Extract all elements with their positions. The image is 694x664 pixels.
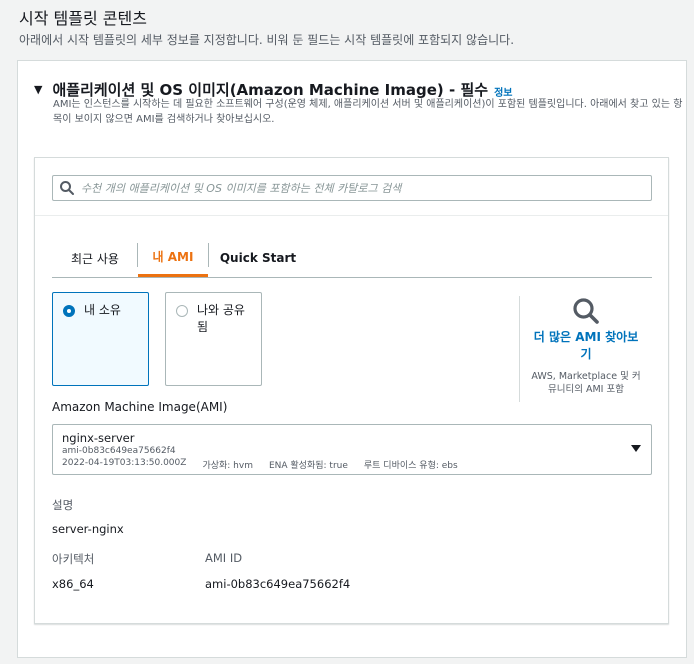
owned-by-me-tile[interactable]: 내 소유 — [52, 292, 149, 386]
shared-with-me-label: 나와 공유됨 — [197, 303, 245, 334]
shared-with-me-tile[interactable]: 나와 공유됨 — [165, 292, 262, 386]
ami-id-value: ami-0b83c649ea75662f4 — [205, 577, 351, 591]
catalog-search-box[interactable] — [52, 175, 652, 201]
ami-root-device: 루트 디바이스 유형: ebs — [363, 461, 458, 471]
catalog-search-input[interactable] — [79, 177, 645, 199]
ami-creation-date: 2022-04-19T03:13:50.000Z — [62, 458, 187, 468]
caret-down-icon[interactable] — [631, 445, 641, 452]
page-subtitle: 아래에서 시작 템플릿의 세부 정보를 지정합니다. 비워 둔 필드는 시작 템… — [19, 33, 515, 47]
browse-more-description: AWS, Marketplace 및 커뮤니티의 AMI 포함 — [531, 371, 641, 395]
ami-id-label: AMI ID — [205, 551, 243, 565]
search-icon[interactable] — [571, 296, 601, 326]
ami-selected-meta: 2022-04-19T03:13:50.000Z 가상화: hvm ENA 활성… — [62, 458, 474, 471]
browse-more-amis-link[interactable]: 더 많은 AMI 찾아보기 — [530, 329, 642, 363]
ami-select[interactable]: nginx-server ami-0b83c649ea75662f4 2022-… — [52, 424, 652, 475]
tab-my-ami[interactable]: 내 AMI — [138, 239, 208, 277]
ami-ena: ENA 활성화됨: true — [268, 461, 348, 471]
browse-divider — [519, 296, 520, 402]
tab-recent[interactable]: 최근 사용 — [54, 239, 136, 277]
ami-virtualization: 가상화: hvm — [202, 461, 253, 471]
architecture-label: 아키텍처 — [52, 552, 95, 566]
tab-divider — [208, 243, 209, 267]
owned-by-me-label: 내 소유 — [84, 303, 121, 317]
description-label: 설명 — [52, 498, 74, 512]
section-description: AMI는 인스턴스를 시작하는 데 필요한 소프트웨어 구성(운영 체제, 애플… — [53, 99, 683, 125]
description-value: server-nginx — [52, 522, 124, 536]
tab-quick-start[interactable]: Quick Start — [210, 239, 306, 277]
ami-selected-name: nginx-server — [62, 431, 135, 445]
architecture-value: x86_64 — [52, 577, 94, 591]
tabs-underline — [52, 277, 652, 278]
ami-field-label: Amazon Machine Image(AMI) — [52, 400, 228, 414]
search-icon — [60, 181, 74, 195]
ami-selected-id: ami-0b83c649ea75662f4 — [62, 446, 176, 456]
owned-by-me-radio[interactable] — [63, 305, 75, 317]
shared-with-me-radio[interactable] — [176, 305, 188, 317]
page-title: 시작 템플릿 콘텐츠 — [19, 9, 147, 28]
caret-down-icon[interactable]: ▼ — [34, 83, 42, 96]
